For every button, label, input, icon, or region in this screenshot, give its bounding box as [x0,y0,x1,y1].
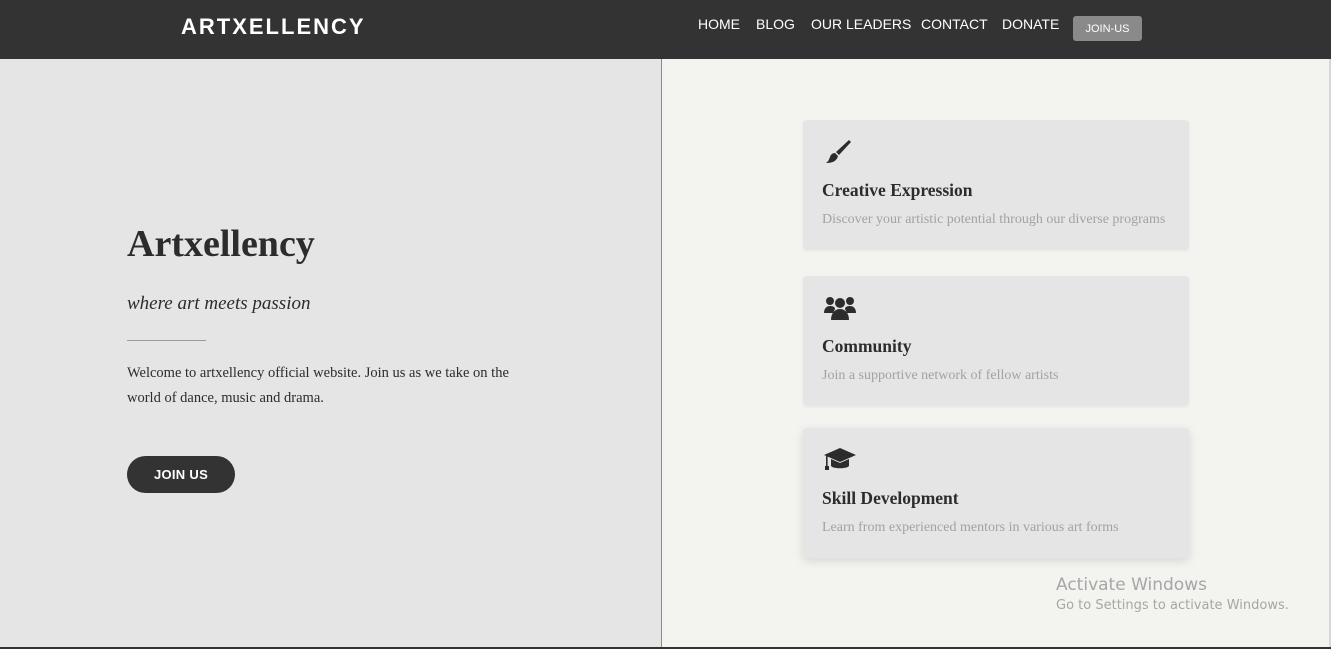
feature-title: Creative Expression [822,180,973,200]
nav-link-our-leaders[interactable]: OUR LEADERS [811,16,911,32]
feature-card-skill-development: Skill Development Learn from experienced… [803,428,1189,558]
hero-tagline: where art meets passion [127,293,311,314]
watermark-title: Activate Windows [1056,575,1207,595]
nav-link-donate[interactable]: DONATE [1002,16,1059,32]
feature-title: Community [822,336,912,356]
activate-windows-watermark: Activate Windows Go to Settings to activ… [1056,574,1289,616]
nav-join-us-button[interactable]: JOIN-US [1073,16,1142,41]
join-us-button[interactable]: JOIN US [127,456,235,493]
nav-link-home[interactable]: HOME [698,16,740,32]
nav-link-contact[interactable]: CONTACT [921,16,988,32]
nav-link-blog[interactable]: BLOG [756,16,795,32]
feature-card-community: Community Join a supportive network of f… [803,276,1189,406]
site-brand-logo[interactable]: ARTXELLENCY [181,14,366,40]
paintbrush-icon [823,138,857,166]
hero-title: Artxellency [127,223,315,265]
feature-title: Skill Development [822,488,959,508]
graduation-cap-icon [823,446,857,474]
users-icon [823,294,857,322]
hero-section: Artxellency where art meets passion Welc… [0,59,662,647]
feature-description: Discover your artistic potential through… [822,212,1166,227]
feature-description: Learn from experienced mentors in variou… [822,520,1119,535]
watermark-subtitle: Go to Settings to activate Windows. [1056,598,1289,613]
feature-card-creative-expression: Creative Expression Discover your artist… [803,120,1189,250]
top-navbar: ARTXELLENCY HOME BLOG OUR LEADERS CONTAC… [0,0,1331,59]
feature-description: Join a supportive network of fellow arti… [822,368,1059,383]
hero-divider [127,340,206,341]
hero-description: Welcome to artxellency official website.… [127,365,509,406]
